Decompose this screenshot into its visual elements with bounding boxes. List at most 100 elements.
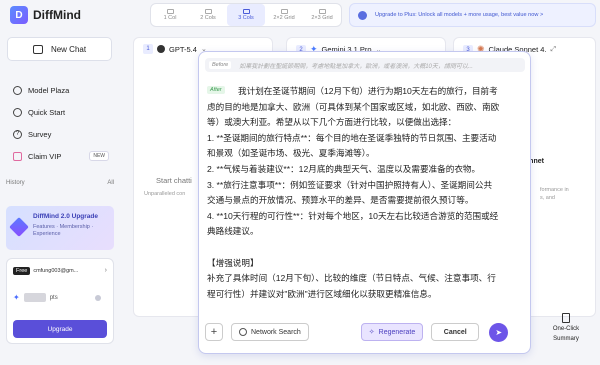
before-prompt-row: Before 如果我計劃在聖誕節期間，考慮地點是加拿大，歐洲，或者澳洲，大概10… bbox=[205, 58, 525, 72]
model-description: formance in s, and bbox=[540, 186, 569, 203]
enhanced-prompt-line: 我计划在圣诞节期间（12月下旬）进行为期10天左右的旅行，目前考 bbox=[238, 86, 498, 96]
model-description-line: s, and bbox=[540, 195, 555, 202]
before-prompt-text: 如果我計劃在聖誕節期間，考慮地點是加拿大，歐洲，或者澳洲，大概10天，請問可以.… bbox=[239, 63, 473, 70]
tab-label: 1 Col bbox=[163, 15, 177, 21]
upgrade-promo-banner[interactable]: Upgrade to Plus: Unlock all models + mor… bbox=[349, 3, 596, 27]
one-click-summary-button[interactable]: One-Click Summary bbox=[544, 313, 588, 344]
regenerate-button[interactable]: ✧ Regenerate bbox=[360, 323, 424, 341]
gift-icon bbox=[13, 151, 22, 161]
enhanced-prompt-line: 4. **10天行程的可行性**：针对每个地区，10天左右比较适合游览的范围或经 bbox=[207, 210, 499, 221]
model-tagline: Unparalleled con bbox=[144, 191, 186, 197]
bolt-icon bbox=[13, 107, 22, 117]
question-icon: ? bbox=[13, 129, 22, 139]
app-logo[interactable]: D DiffMind bbox=[10, 6, 81, 24]
diamond-icon bbox=[9, 217, 29, 237]
summary-line-1: One-Click bbox=[552, 326, 580, 332]
tab-2x3-grid[interactable]: 2×3 Grid bbox=[303, 4, 341, 26]
new-chat-icon bbox=[32, 44, 43, 54]
tab-3-cols[interactable]: 3 Cols bbox=[227, 4, 265, 26]
new-chat-label: New Chat bbox=[50, 44, 87, 54]
info-icon[interactable] bbox=[95, 295, 101, 301]
enhanced-prompt-text[interactable]: 我计划在圣诞节期间（12月下旬）进行为期10天左右的旅行，目前考虑的目的地是加拿… bbox=[207, 84, 525, 302]
history-label: History bbox=[6, 180, 25, 186]
expand-icon[interactable]: ⤢ bbox=[551, 46, 557, 54]
network-search-label: Network Search bbox=[251, 328, 301, 336]
before-tag: Before bbox=[209, 61, 232, 69]
sidebar-item-label: Model Plaza bbox=[28, 85, 70, 95]
sidebar-item-claim-vip[interactable]: Claim VIP NEW bbox=[13, 147, 110, 165]
sidebar-item-label: Survey bbox=[28, 129, 52, 139]
sidebar-nav: Model Plaza Quick Start ? Survey Claim V… bbox=[13, 81, 110, 165]
send-button[interactable]: ➤ bbox=[489, 322, 509, 342]
enhanced-prompt-line: 虑的目的地是加拿大、欧洲（可具体到某个国家或区域，如北欧、西欧、南欧 bbox=[207, 101, 500, 112]
enhanced-prompt-line: 等）或澳大利亚。希望从以下几个方面进行比较，以便做出选择： bbox=[207, 117, 457, 128]
plan-badge: Free bbox=[13, 267, 31, 275]
new-chat-button[interactable]: New Chat bbox=[7, 37, 112, 61]
sidebar-item-model-plaza[interactable]: Model Plaza bbox=[13, 81, 109, 99]
app-name: DiffMind bbox=[33, 8, 81, 22]
enhanced-prompt-line: 3. **旅行注意事项**：例如签证要求（针对中国护照持有人）、圣诞期间公共 bbox=[207, 179, 493, 190]
sidebar-item-label: Quick Start bbox=[28, 107, 66, 117]
regenerate-label: Regenerate bbox=[378, 328, 416, 336]
history-filter[interactable]: All bbox=[107, 180, 114, 186]
tab-label: 2×2 Grid bbox=[273, 15, 295, 21]
enhanced-prompt-line: 1. **圣诞期间的旅行特点**：每个目的地在圣诞季独特的节日氛围、主要活动 bbox=[207, 132, 497, 143]
magic-wand-icon: ✧ bbox=[368, 329, 375, 336]
document-icon bbox=[562, 313, 570, 323]
tab-label: 2 Cols bbox=[200, 15, 216, 21]
add-attachment-button[interactable]: + bbox=[205, 323, 223, 341]
layout-icon bbox=[242, 9, 250, 14]
layout-icon bbox=[166, 9, 174, 14]
account-row[interactable]: Free cmfung003@gm... bbox=[13, 267, 78, 275]
account-email: cmfung003@gm... bbox=[33, 268, 79, 274]
summary-line-2: Summary bbox=[553, 335, 579, 342]
layout-tabs: 1 Col 2 Cols 3 Cols 2×2 Grid 2×3 Grid bbox=[150, 3, 342, 27]
tab-2x2-grid[interactable]: 2×2 Grid bbox=[265, 4, 303, 26]
layout-icon bbox=[204, 9, 212, 14]
enhanced-prompt-line: 程可行性）并建议对"欧洲"进行区域细化以获取更精准信息。 bbox=[207, 288, 437, 299]
model-selector[interactable]: GPT-5.4 bbox=[169, 45, 197, 54]
enhanced-prompt-line: 和景观（如圣诞市场、极光、夏季海滩等）。 bbox=[207, 148, 375, 159]
sidebar-item-label: Claim VIP bbox=[28, 151, 62, 161]
send-icon: ➤ bbox=[495, 327, 503, 337]
tab-label: 2×3 Grid bbox=[311, 15, 333, 21]
history-header: History All bbox=[6, 180, 114, 186]
chevron-right-icon[interactable]: › bbox=[105, 267, 107, 274]
speaker-icon bbox=[358, 10, 367, 20]
enhanced-prompt-line: 2. **气候与着装建议**：12月底的典型天气、温度以及需要准备的衣物。 bbox=[207, 163, 481, 174]
editor-toolbar: + Network Search ✧ Regenerate Cancel ➤ bbox=[205, 320, 526, 344]
enhanced-prompt-line: 补充了具体时间（12月下旬）、比较的维度（节日特点、气候、注意事项、行 bbox=[207, 273, 496, 284]
cube-icon bbox=[13, 85, 22, 95]
sidebar-item-survey[interactable]: ? Survey bbox=[13, 125, 109, 143]
model-description-line: formance in bbox=[540, 187, 569, 193]
enhanced-prompt-line bbox=[207, 240, 525, 256]
sidebar-item-quick-start[interactable]: Quick Start bbox=[13, 103, 109, 121]
cancel-button[interactable]: Cancel bbox=[431, 323, 480, 341]
sparkle-icon: ✦ bbox=[13, 293, 20, 302]
tab-2-cols[interactable]: 2 Cols bbox=[189, 4, 227, 26]
points-row: ✦ pts bbox=[13, 293, 58, 302]
layout-icon bbox=[318, 9, 326, 14]
layout-icon bbox=[280, 9, 288, 14]
globe-icon bbox=[239, 328, 247, 336]
column-header: 1 GPT-5.4 ⌄ bbox=[143, 44, 207, 54]
logo-icon: D bbox=[10, 6, 28, 24]
points-value-redacted bbox=[23, 293, 46, 302]
promo-text: Upgrade to Plus: Unlock all models + mor… bbox=[375, 12, 544, 18]
tab-1-col[interactable]: 1 Col bbox=[151, 4, 189, 26]
network-search-button[interactable]: Network Search bbox=[231, 323, 309, 341]
upgrade-card-title: DiffMind 2.0 Upgrade bbox=[33, 213, 99, 220]
upgrade-card-subtitle: Features · Membership · Experience bbox=[33, 224, 94, 238]
tab-label: 3 Cols bbox=[238, 15, 254, 21]
points-suffix: pts bbox=[49, 294, 58, 301]
enhanced-prompt-line: 交通与景点的开放情况、预算水平的差异、是否需要提前很久预订等。 bbox=[207, 195, 474, 206]
start-chat-text: Start chatti bbox=[156, 176, 192, 185]
account-card: Free cmfung003@gm... › ✦ pts Upgrade bbox=[6, 258, 114, 344]
prompt-enhance-panel: Before 如果我計劃在聖誕節期間，考慮地點是加拿大，歐洲，或者澳洲，大概10… bbox=[198, 51, 531, 354]
openai-icon bbox=[157, 45, 165, 53]
column-number: 1 bbox=[143, 44, 153, 54]
upgrade-button[interactable]: Upgrade bbox=[13, 320, 107, 338]
upgrade-promo-card[interactable]: DiffMind 2.0 Upgrade Features · Membersh… bbox=[6, 206, 114, 250]
enhanced-prompt-line: 【增强说明】 bbox=[207, 257, 259, 268]
enhanced-prompt-line: 典路线建议。 bbox=[207, 226, 259, 237]
